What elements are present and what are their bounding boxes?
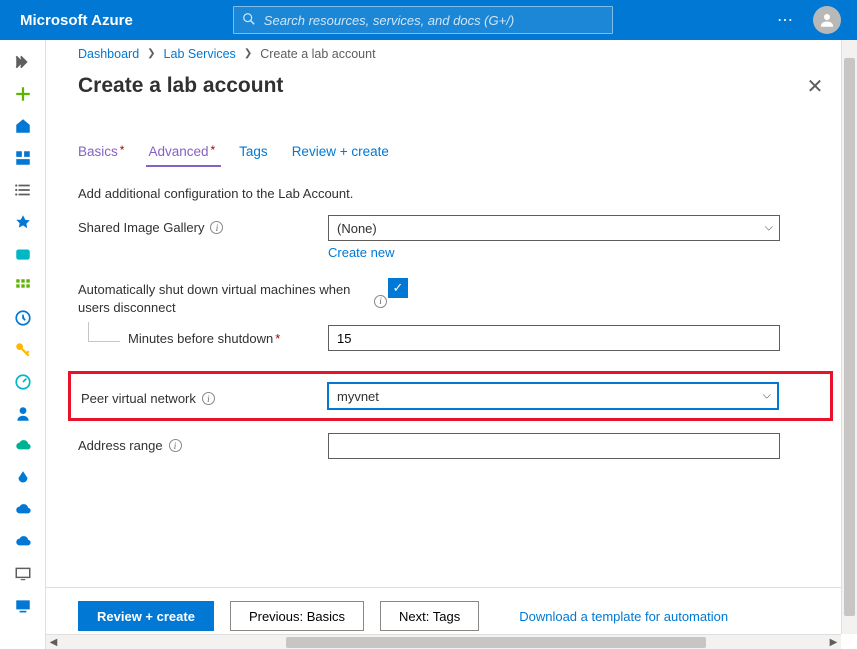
horizontal-scrollbar[interactable]: ◀ ▶ xyxy=(46,634,841,649)
auto-shutdown-label: Automatically shut down virtual machines… xyxy=(78,276,388,317)
scroll-left-icon[interactable]: ◀ xyxy=(46,637,61,648)
create-new-link[interactable]: Create new xyxy=(328,245,394,260)
review-create-button[interactable]: Review + create xyxy=(78,601,214,631)
rail-add-icon[interactable] xyxy=(8,80,38,108)
shared-gallery-value: (None) xyxy=(337,221,377,236)
main-panel: Dashboard ❯ Lab Services ❯ Create a lab … xyxy=(46,40,857,649)
peer-vnet-dropdown[interactable]: myvnet ⌵ xyxy=(327,382,779,410)
tab-tags[interactable]: Tags xyxy=(239,140,268,167)
breadcrumb-labservices[interactable]: Lab Services xyxy=(164,47,236,61)
info-icon[interactable]: i xyxy=(210,221,223,234)
search-icon xyxy=(242,12,256,29)
shared-gallery-label-text: Shared Image Gallery xyxy=(78,220,204,235)
chevron-down-icon: ⌵ xyxy=(763,390,771,403)
avatar[interactable] xyxy=(813,6,841,34)
top-bar: Microsoft Azure ⋯ xyxy=(0,0,857,40)
chevron-down-icon: ⌵ xyxy=(765,222,773,235)
rail-monitor-icon[interactable] xyxy=(8,560,38,588)
rail-vm-icon[interactable] xyxy=(8,592,38,620)
global-search[interactable] xyxy=(233,6,613,34)
rail-home-icon[interactable] xyxy=(8,112,38,140)
chevron-right-icon: ❯ xyxy=(147,48,155,59)
breadcrumb-dashboard[interactable]: Dashboard xyxy=(78,47,139,61)
minutes-input-wrap xyxy=(328,325,780,351)
scroll-right-icon[interactable]: ▶ xyxy=(826,637,841,648)
tabs: Basics Advanced Tags Review + create xyxy=(78,140,829,168)
peer-vnet-value: myvnet xyxy=(337,389,379,404)
required-star-icon: * xyxy=(275,331,280,346)
search-input[interactable] xyxy=(264,13,604,28)
rail-grid-icon[interactable] xyxy=(8,272,38,300)
tab-advanced[interactable]: Advanced xyxy=(148,140,215,167)
next-button[interactable]: Next: Tags xyxy=(380,601,479,631)
tree-branch-icon xyxy=(88,322,120,342)
auto-shutdown-checkbox[interactable]: ✓ xyxy=(388,278,408,298)
rail-cloud3-icon[interactable] xyxy=(8,528,38,556)
rail-cloud-icon[interactable] xyxy=(8,432,38,460)
rail-gauge-icon[interactable] xyxy=(8,368,38,396)
tab-basics[interactable]: Basics xyxy=(78,140,124,167)
info-icon[interactable]: i xyxy=(202,392,215,405)
address-range-input[interactable] xyxy=(337,434,753,458)
peer-vnet-label-text: Peer virtual network xyxy=(81,391,196,406)
rail-user-icon[interactable] xyxy=(8,400,38,428)
peer-vnet-row: Peer virtual network i myvnet ⌵ xyxy=(68,371,833,421)
rail-favorite-icon[interactable] xyxy=(8,208,38,236)
previous-button[interactable]: Previous: Basics xyxy=(230,601,364,631)
rail-clock-icon[interactable] xyxy=(8,304,38,332)
peer-vnet-label: Peer virtual network i xyxy=(71,386,327,406)
address-range-label-text: Address range xyxy=(78,438,163,453)
vertical-scrollbar[interactable] xyxy=(841,40,857,634)
nav-rail xyxy=(0,40,46,649)
brand-logo: Microsoft Azure xyxy=(20,12,133,29)
auto-shutdown-label-text: Automatically shut down virtual machines… xyxy=(78,281,368,317)
address-range-input-wrap xyxy=(328,433,780,459)
minutes-input[interactable] xyxy=(337,326,753,350)
breadcrumb-current: Create a lab account xyxy=(260,47,375,61)
more-icon[interactable]: ⋯ xyxy=(777,10,795,30)
breadcrumb: Dashboard ❯ Lab Services ❯ Create a lab … xyxy=(46,40,857,68)
info-icon[interactable]: i xyxy=(169,439,182,452)
rail-key-icon[interactable] xyxy=(8,336,38,364)
info-icon[interactable]: i xyxy=(374,295,387,308)
download-template-link[interactable]: Download a template for automation xyxy=(519,609,728,624)
rail-labs-icon[interactable] xyxy=(8,240,38,268)
rail-drop-icon[interactable] xyxy=(8,464,38,492)
rail-expand-icon[interactable] xyxy=(8,48,38,76)
rail-list-icon[interactable] xyxy=(8,176,38,204)
topbar-right: ⋯ xyxy=(777,6,841,34)
address-range-label: Address range i xyxy=(78,433,328,453)
minutes-label: Minutes before shutdown xyxy=(128,331,273,346)
rail-cloud2-icon[interactable] xyxy=(8,496,38,524)
shared-gallery-label: Shared Image Gallery i xyxy=(78,215,328,235)
shared-gallery-dropdown[interactable]: (None) ⌵ xyxy=(328,215,780,241)
page-title: Create a lab account xyxy=(78,74,283,98)
tab-review[interactable]: Review + create xyxy=(292,140,389,167)
form-description: Add additional configuration to the Lab … xyxy=(78,186,829,201)
chevron-right-icon: ❯ xyxy=(244,48,252,59)
close-icon[interactable]: ✕ xyxy=(801,72,829,100)
rail-dashboard-icon[interactable] xyxy=(8,144,38,172)
